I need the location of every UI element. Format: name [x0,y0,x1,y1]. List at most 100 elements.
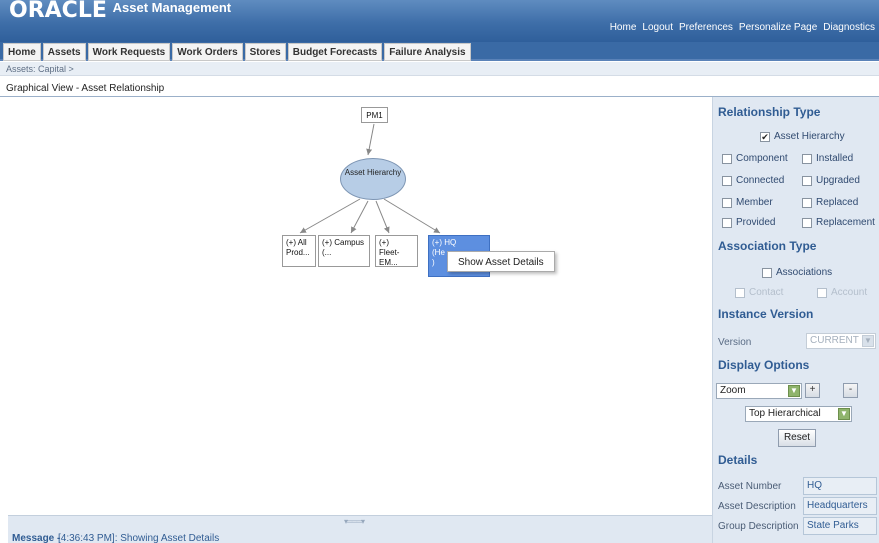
layout-select[interactable]: Top Hierarchical ▼ [745,406,852,422]
zoom-in-button[interactable]: + [805,383,820,398]
relationship-graph: PM1 Asset Hierarchy (+) All Prod... (+) … [0,97,712,515]
checkbox-replaced[interactable]: Replaced [802,197,858,208]
edge-center-child-3 [375,200,390,234]
edge-center-child-4 [383,198,441,234]
tab-work-orders[interactable]: Work Orders [172,43,243,61]
tab-budget-forecasts[interactable]: Budget Forecasts [287,43,383,61]
checkbox-icon[interactable] [722,197,732,208]
tab-work-requests[interactable]: Work Requests [87,43,171,61]
graph-node-label: (... [322,248,332,257]
graph-node-fleet[interactable]: (+) Fleet-EM... [375,235,418,267]
detail-key: Group Description [718,521,799,532]
page-title: Graphical View - Asset Relationship [6,83,165,94]
checkbox-installed[interactable]: Installed [802,153,853,164]
checkbox-account: Account [817,287,867,298]
checkbox-icon[interactable] [762,267,772,278]
chevron-down-icon[interactable]: ▼ [788,385,800,397]
checkbox-component[interactable]: Component [722,153,788,164]
version-select: CURRENT ▼ [806,333,876,349]
context-menu-show-asset-details[interactable]: Show Asset Details [458,257,544,268]
context-menu: Show Asset Details [447,251,555,272]
checkbox-provided[interactable]: Provided [722,217,775,228]
detail-row-asset-description: Asset Description Headquarters [713,496,879,516]
checkbox-label: Member [736,197,773,208]
layout-select-value: Top Hierarchical [749,408,821,419]
display-options-title: Display Options [718,358,810,372]
message-label: Message - [12,533,61,543]
checkbox-upgraded[interactable]: Upgraded [802,175,860,186]
checkbox-member[interactable]: Member [722,197,773,208]
checkbox-icon[interactable] [722,153,732,164]
graph-node-asset-hierarchy[interactable]: Asset Hierarchy [340,158,406,200]
global-link-diagnostics[interactable]: Diagnostics [823,22,875,33]
breadcrumb[interactable]: Assets: Capital > [6,64,74,74]
oracle-logo: ORACLE Asset Management [9,0,231,23]
graph-node-root-label: PM1 [366,111,383,120]
zoom-select[interactable]: Zoom ▼ [716,383,802,399]
checkbox-icon [735,287,745,298]
detail-row-asset-number: Asset Number HQ [713,476,879,496]
checkbox-asset-hierarchy[interactable]: ✔ Asset Hierarchy [760,131,845,142]
checkbox-contact: Contact [735,287,783,298]
checkbox-label: Replaced [816,197,859,208]
graph-node-label: (+) Campus [322,238,365,247]
options-panel: Relationship Type ✔ Asset Hierarchy Comp… [712,97,879,543]
checkbox-icon[interactable] [722,175,732,186]
zoom-select-value: Zoom [720,385,746,396]
checkbox-checked-icon[interactable]: ✔ [760,131,770,142]
graph-node-all-prod[interactable]: (+) All Prod... [282,235,316,267]
global-link-logout[interactable]: Logout [642,22,673,33]
zoom-out-button[interactable]: - [843,383,858,398]
tab-stores[interactable]: Stores [244,43,286,61]
logo-oracle-text: ORACLE [9,0,107,23]
tab-assets[interactable]: Assets [42,43,86,61]
graph-node-root[interactable]: PM1 [361,107,388,123]
reset-button[interactable]: Reset [778,429,816,447]
edge-center-child-1 [299,198,361,234]
instance-version-title: Instance Version [718,307,814,321]
graph-node-label: (+) HQ [432,238,457,247]
checkbox-label: Associations [776,267,833,278]
checkbox-label: Installed [816,153,854,164]
checkbox-label: Asset Hierarchy [774,131,845,142]
drag-handle-icon[interactable]: ▾═══▾ [344,517,365,526]
detail-key: Asset Number [718,481,782,492]
checkbox-label: Connected [736,175,785,186]
chevron-down-icon[interactable]: ▼ [838,408,850,420]
details-title: Details [718,453,758,467]
edge-root-center [366,123,375,156]
checkbox-icon[interactable] [802,197,812,208]
graph-node-center-label: Asset Hierarchy [344,168,402,177]
checkbox-associations[interactable]: Associations [762,267,832,278]
checkbox-icon[interactable] [802,217,812,228]
association-type-title: Association Type [718,239,817,253]
detail-value: Headquarters [803,497,877,515]
checkbox-label: Component [736,153,788,164]
message-text: [4:36:43 PM]: Showing Asset Details [58,533,220,543]
logo-app-name: Asset Management [112,0,232,15]
relationship-type-title: Relationship Type [718,105,821,119]
checkbox-replacement[interactable]: Replacement [802,217,875,228]
checkbox-label: Contact [749,287,784,298]
global-link-home[interactable]: Home [610,22,637,33]
checkbox-connected[interactable]: Connected [722,175,784,186]
detail-key: Asset Description [718,501,796,512]
checkbox-label: Account [831,287,868,298]
checkbox-icon[interactable] [722,217,732,228]
checkbox-label: Upgraded [816,175,860,186]
graph-node-label: Fleet-EM... [379,248,400,267]
app-header: ORACLE Asset Management Home Logout Pref… [0,0,879,42]
detail-row-group-description: Group Description State Parks [713,516,879,536]
version-select-value: CURRENT [810,335,859,346]
global-link-personalize-page[interactable]: Personalize Page [739,22,817,33]
graph-node-label: Prod... [286,248,310,257]
checkbox-icon [817,287,827,298]
checkbox-label: Replacement [816,217,875,228]
tab-home[interactable]: Home [3,43,41,61]
detail-value: State Parks [803,517,877,535]
checkbox-icon[interactable] [802,153,812,164]
graph-node-campus[interactable]: (+) Campus (... [318,235,370,267]
tab-failure-analysis[interactable]: Failure Analysis [384,43,471,61]
global-link-preferences[interactable]: Preferences [679,22,733,33]
checkbox-icon[interactable] [802,175,812,186]
